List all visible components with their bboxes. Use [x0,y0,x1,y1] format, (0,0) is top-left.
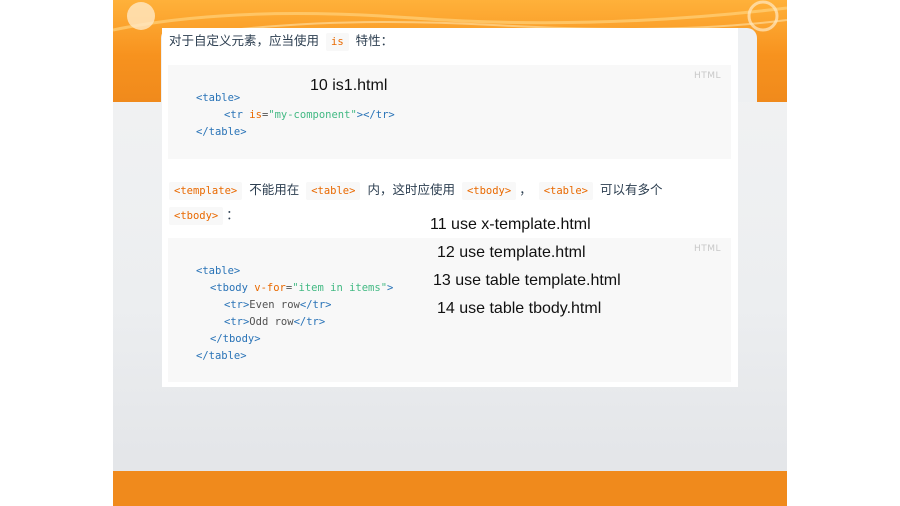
text: 对于自定义元素，应当使用 [169,33,320,48]
code-line: </table> [196,126,247,138]
inline-code: <template> [169,182,243,200]
code-line: <table> [196,265,241,277]
code-line: <tbody v-for="item in items"> [210,282,394,294]
inline-code: <table> [306,182,361,200]
bottom-bar [113,471,787,506]
paragraph-is-attribute: 对于自定义元素，应当使用 is 特性： [169,32,393,54]
inline-code: <tbody> [169,207,224,225]
inline-code: <table> [538,182,593,200]
code-line: </tbody> [210,333,261,345]
content-panel: 对于自定义元素，应当使用 is 特性： HTML <table> <tr is=… [162,28,738,387]
label-use-table-tbody-html: 14 use table tbody.html [437,300,602,317]
code-line: <tr>Even row</tr> [224,299,332,311]
inline-code-is: is [326,33,349,51]
label-use-table-template-html: 13 use table template.html [433,272,621,289]
label-use-template-html: 12 use template.html [437,244,586,261]
code-lang-label: HTML [693,71,721,81]
label-is1-html: 10 is1.html [310,77,388,94]
text: 特性： [355,33,394,48]
code-line: <table> [196,92,241,104]
code-line: <tr is="my-component"></tr> [224,109,395,121]
inline-code: <tbody> [461,182,517,200]
code-line: </table> [196,350,247,362]
label-use-x-template-html: 11 use x-template.html [430,216,591,233]
code-lang-label: HTML [693,244,721,254]
code-line: <tr>Odd row</tr> [224,316,326,328]
code-block-1: HTML <table> <tr is="my-component"></tr>… [168,65,731,159]
